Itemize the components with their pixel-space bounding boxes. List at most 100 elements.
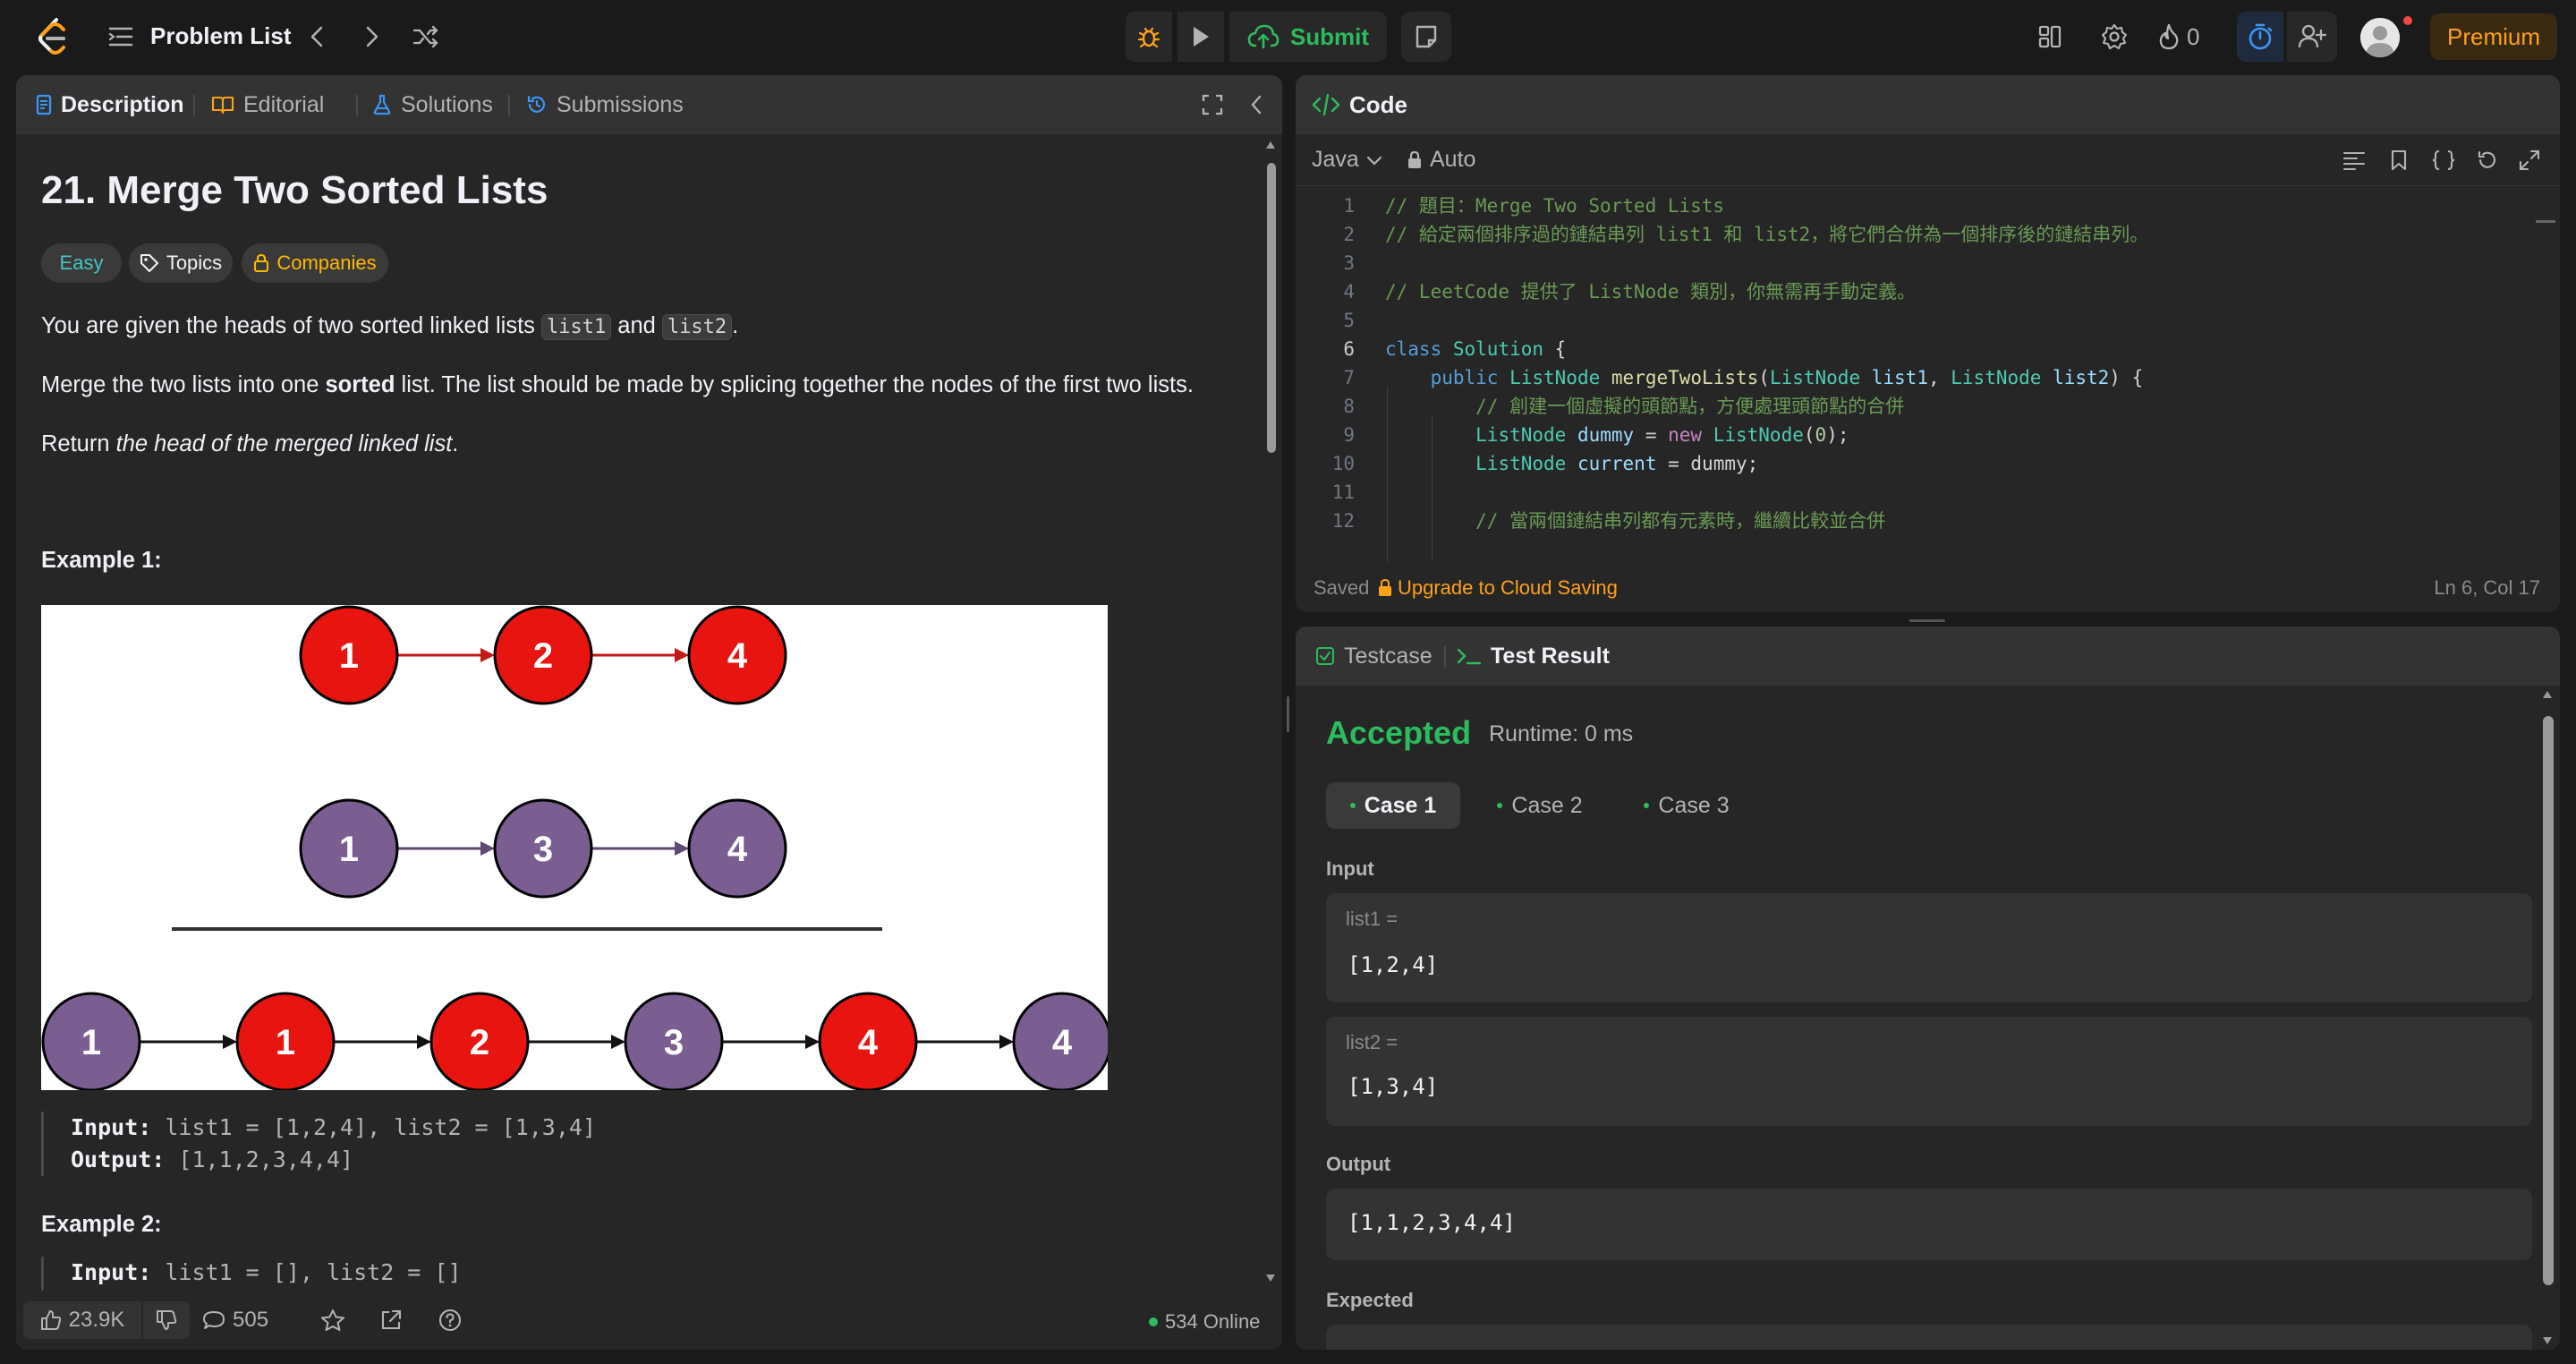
tab-testcase[interactable]: Testcase: [1315, 627, 1433, 686]
code-panel: Code Java Auto 1 // 題目：Merge Two Sorted …: [1296, 75, 2560, 612]
chevron-down-icon: [1366, 155, 1382, 166]
list-node: 4: [687, 798, 787, 899]
share-icon: [379, 1309, 403, 1332]
text: .: [732, 313, 739, 338]
list-arrowhead: [480, 841, 495, 856]
panel-resize-handle[interactable]: [1287, 696, 1289, 732]
result-scrollbar[interactable]: [2536, 686, 2560, 1350]
comments-button[interactable]: 505: [202, 1301, 268, 1339]
code-line: 12 // 當兩個鏈結串列都有元素時，繼續比較並合併: [1296, 507, 2521, 535]
line-number: 9: [1343, 424, 1355, 446]
flask-icon: [372, 94, 392, 115]
problem-list-icon[interactable]: [107, 21, 134, 52]
case-tab-3[interactable]: Case 3: [1637, 782, 1736, 829]
output-section-label: Output: [1326, 1153, 1391, 1175]
lock-icon: [1378, 579, 1392, 597]
code-line: 9 ListNode dummy = new ListNode(0);: [1296, 421, 2521, 449]
list-node: 1: [235, 992, 336, 1090]
avatar[interactable]: [2360, 18, 2400, 57]
layout-icon[interactable]: [2033, 20, 2067, 54]
case-tab-2[interactable]: Case 2: [1491, 782, 1589, 829]
fullscreen-icon[interactable]: [2516, 147, 2543, 174]
code-line: 2// 給定兩個排序過的鏈結串列 list1 和 list2，將它們合併為一個排…: [1296, 220, 2521, 249]
document-icon: [36, 94, 52, 115]
companies-button[interactable]: Companies: [242, 243, 388, 283]
help-button[interactable]: [438, 1301, 462, 1339]
list-node-value: 1: [339, 636, 359, 676]
text: Merge the two lists into one: [41, 372, 326, 397]
bold-text: sorted: [325, 372, 395, 397]
tab-editorial[interactable]: Editorial: [211, 75, 324, 134]
braces-icon[interactable]: [2430, 147, 2457, 174]
code-line: 5: [1296, 306, 2521, 335]
list-node: 3: [624, 992, 724, 1090]
premium-button[interactable]: Premium: [2430, 13, 2557, 60]
list-node-value: 1: [339, 830, 359, 869]
code-header: Code: [1296, 75, 2560, 134]
submit-button[interactable]: Submit: [1229, 12, 1387, 62]
code-line: 6 class Solution {: [1296, 335, 2521, 363]
logo-icon[interactable]: [32, 16, 73, 57]
expand-icon[interactable]: [1197, 90, 1228, 120]
list-arrowhead: [675, 648, 689, 662]
streak-counter[interactable]: 0: [2158, 20, 2199, 54]
thumbs-up-icon: [40, 1309, 62, 1331]
invite-button[interactable]: [2287, 12, 2337, 62]
language-select[interactable]: Java: [1312, 147, 1382, 173]
code-list1: list1: [540, 314, 612, 340]
timer-button[interactable]: [2237, 12, 2283, 62]
online-dot: [1149, 1317, 1158, 1326]
checkbox-icon: [1315, 646, 1335, 666]
input-var-value: [1,2,4]: [1348, 952, 1439, 977]
input-list1-box[interactable]: list1 = [1,2,4]: [1326, 893, 2532, 1002]
panel-resize-handle[interactable]: [1909, 619, 1945, 622]
language-label: Java: [1312, 147, 1359, 172]
topics-button[interactable]: Topics: [129, 243, 233, 283]
dislike-button[interactable]: [143, 1301, 190, 1339]
gear-icon[interactable]: [2097, 20, 2131, 54]
description-paragraph-3: Return the head of the merged linked lis…: [41, 428, 458, 460]
expected-box[interactable]: [1326, 1325, 2532, 1350]
description-panel: Description Editorial Solutions Submissi…: [16, 75, 1282, 1350]
notes-button[interactable]: [1401, 12, 1451, 62]
code-title: Code: [1312, 75, 1407, 134]
tab-divider: [508, 95, 510, 116]
case-tab-1[interactable]: Case 1: [1326, 782, 1460, 829]
input-list2-box[interactable]: list2 = [1,3,4]: [1326, 1017, 2532, 1126]
tab-test-result[interactable]: Test Result: [1457, 627, 1610, 686]
problem-list-label[interactable]: Problem List: [150, 22, 291, 50]
bookmark-icon[interactable]: [2385, 147, 2412, 174]
description-scrollbar[interactable]: [1260, 134, 1282, 1291]
chevron-right-icon[interactable]: [356, 20, 388, 54]
tab-description[interactable]: Description: [36, 75, 184, 134]
list-arrowhead: [480, 648, 495, 662]
code-list2: list2: [661, 314, 733, 340]
debug-button[interactable]: [1126, 12, 1172, 62]
tab-solutions-label: Solutions: [401, 91, 493, 117]
tab-submissions[interactable]: Submissions: [526, 75, 684, 134]
collapse-icon[interactable]: [1244, 90, 1269, 120]
list-node: 4: [1012, 992, 1108, 1090]
auto-mode-toggle[interactable]: Auto: [1407, 147, 1475, 173]
chevron-left-icon[interactable]: [301, 20, 333, 54]
code-editor[interactable]: 1// 題目：Merge Two Sorted Lists 2// 給定兩個排序…: [1296, 186, 2521, 562]
like-button[interactable]: 23.9K: [23, 1301, 141, 1339]
tag-icon: [140, 253, 159, 273]
line-number: 2: [1343, 224, 1355, 245]
tab-divider: [356, 95, 358, 116]
help-icon: [438, 1309, 462, 1332]
run-button[interactable]: [1177, 12, 1224, 62]
text: and: [611, 313, 662, 338]
output-box[interactable]: [1,1,2,3,4,4]: [1326, 1189, 2532, 1260]
format-icon[interactable]: [2341, 147, 2368, 174]
list-node: 4: [687, 605, 787, 705]
favorite-button[interactable]: [320, 1301, 345, 1339]
shuffle-icon[interactable]: [408, 20, 444, 54]
upgrade-cloud-saving-link[interactable]: Upgrade to Cloud Saving: [1378, 576, 1618, 600]
tab-solutions[interactable]: Solutions: [372, 75, 493, 134]
reset-icon[interactable]: [2473, 147, 2500, 174]
difficulty-badge: Easy: [41, 243, 122, 283]
code-scrollbar[interactable]: [2536, 220, 2555, 223]
share-button[interactable]: [379, 1301, 403, 1339]
upgrade-label: Upgrade to Cloud Saving: [1398, 576, 1618, 599]
